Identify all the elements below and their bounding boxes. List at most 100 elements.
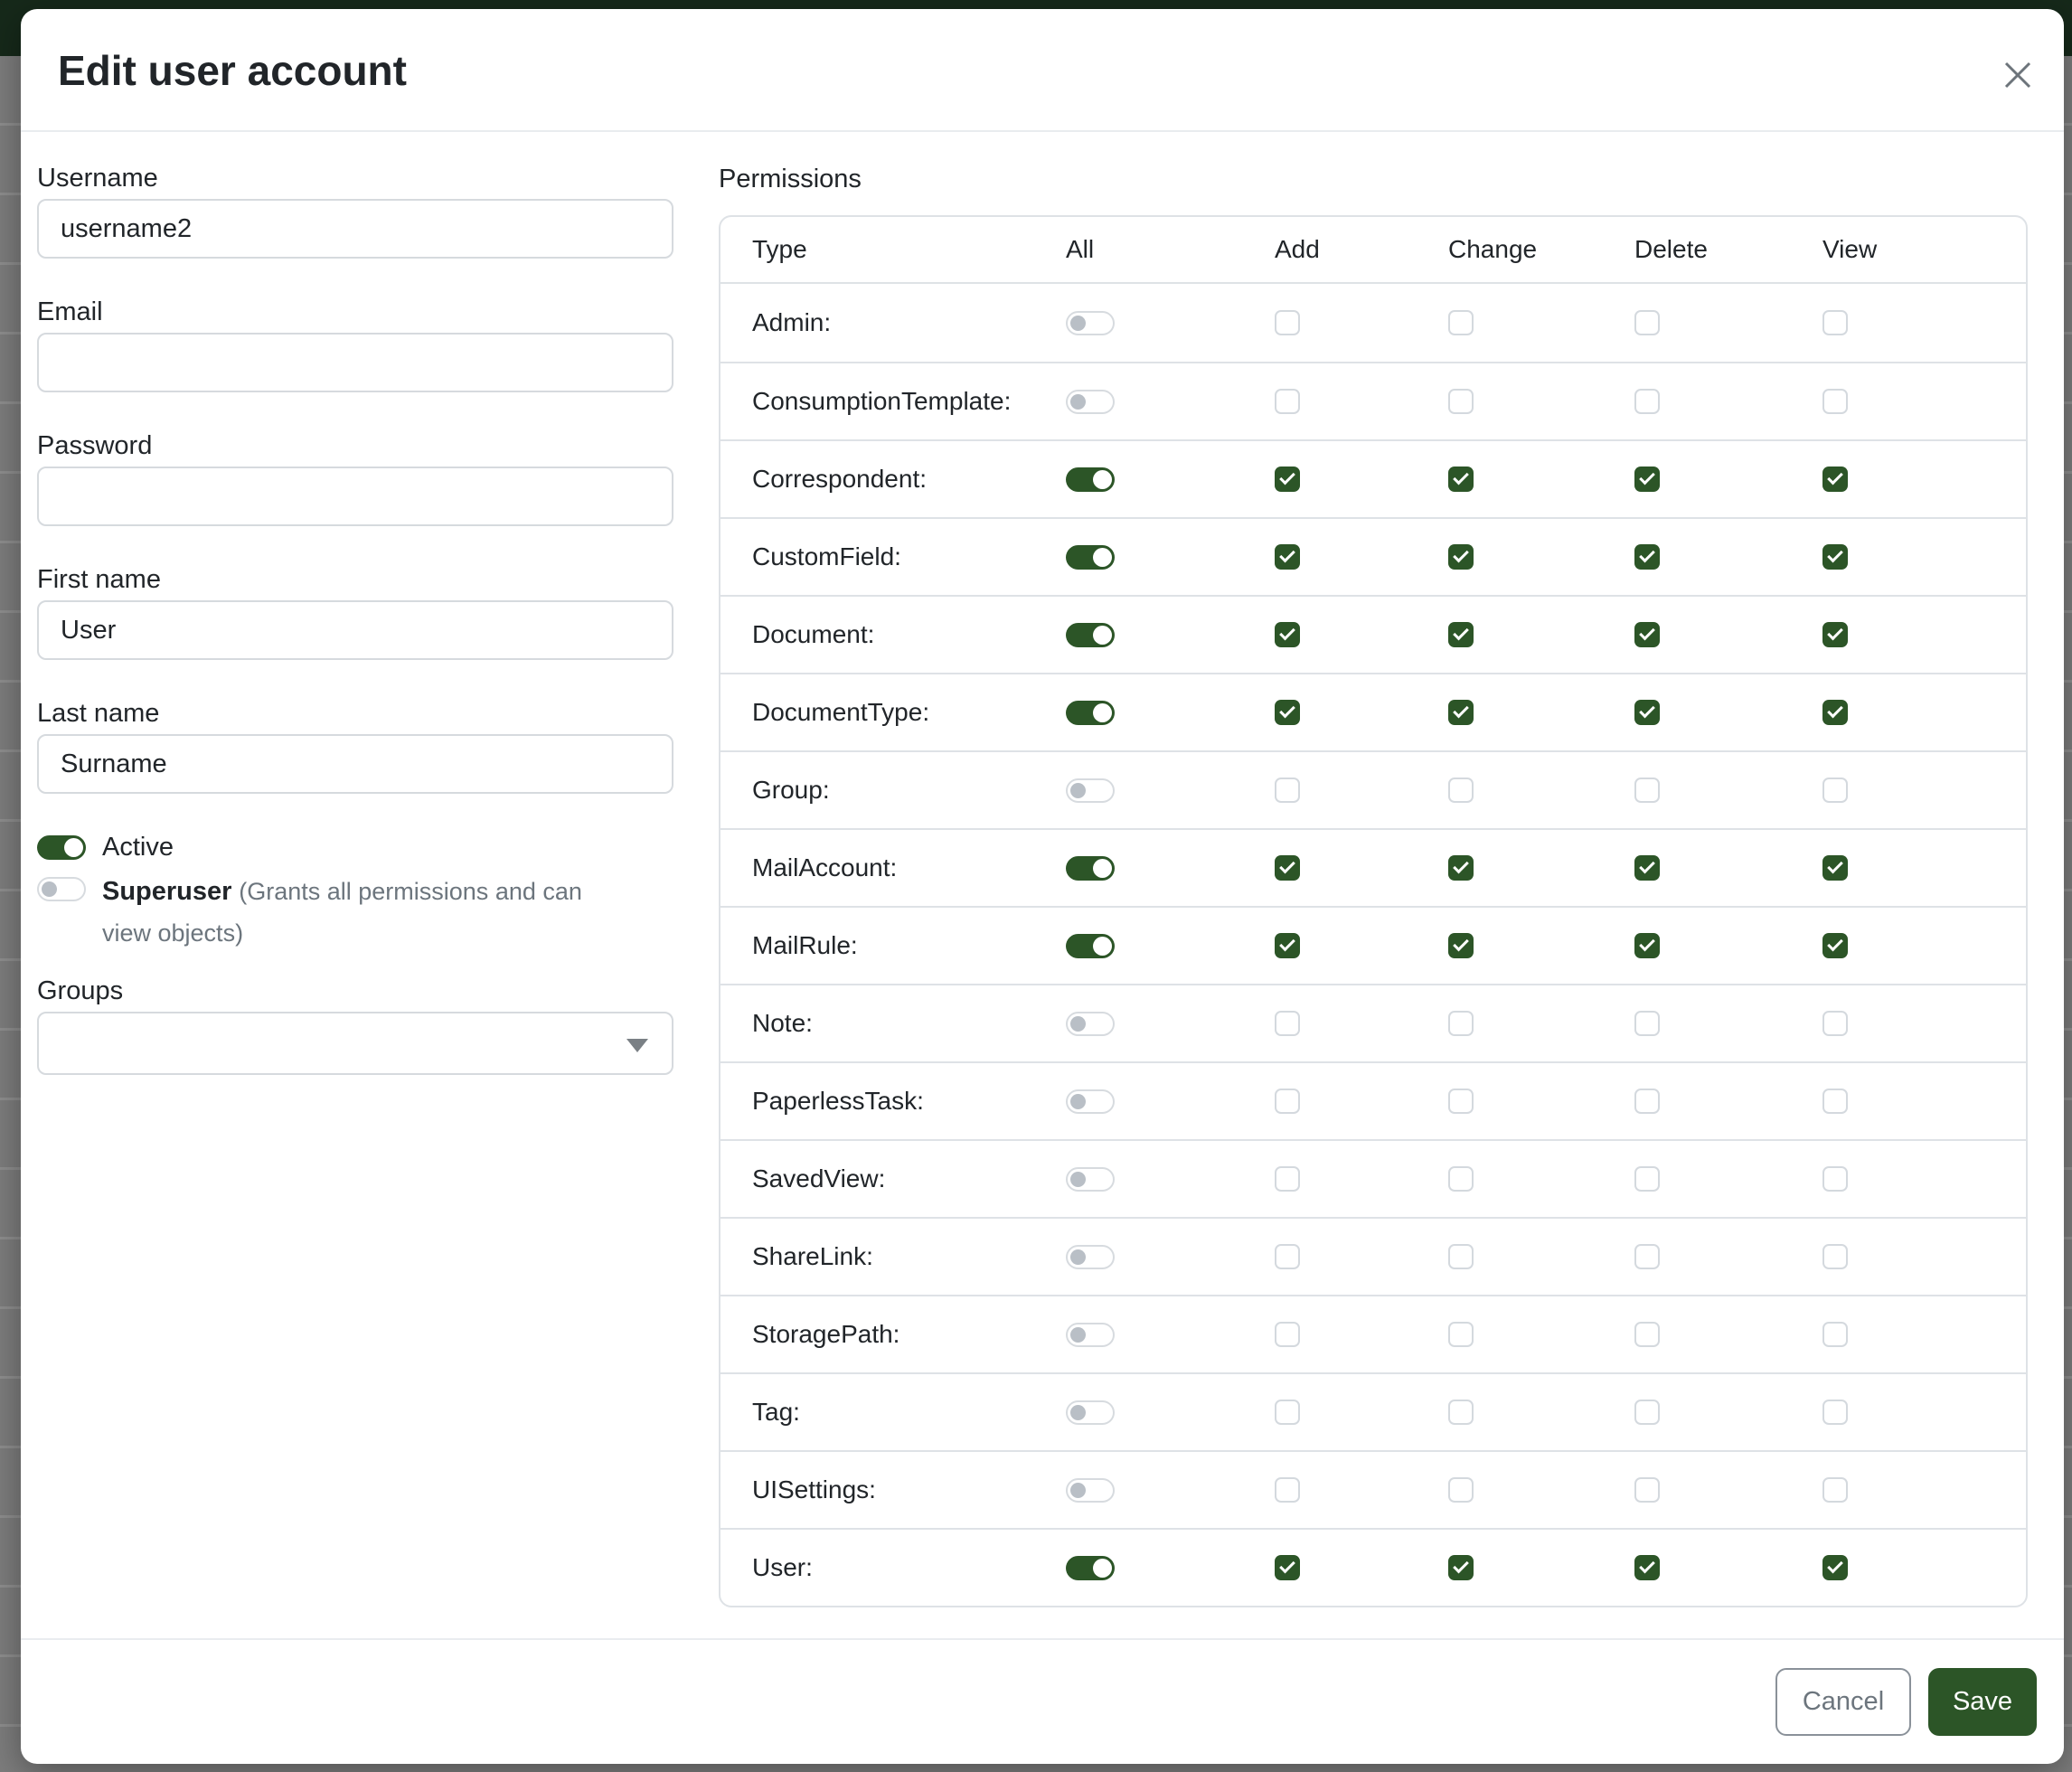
permission-add-checkbox[interactable] (1275, 1322, 1300, 1347)
permission-delete-checkbox[interactable] (1634, 310, 1660, 335)
permission-delete-checkbox[interactable] (1634, 1322, 1660, 1347)
permission-add-checkbox[interactable] (1275, 1477, 1300, 1503)
permission-delete-checkbox[interactable] (1634, 855, 1660, 881)
permission-add-checkbox[interactable] (1275, 1166, 1300, 1192)
permission-delete-checkbox[interactable] (1634, 1166, 1660, 1192)
groups-select[interactable] (37, 1012, 673, 1075)
permission-view-checkbox[interactable] (1822, 467, 1848, 492)
cancel-button[interactable]: Cancel (1775, 1668, 1911, 1736)
permission-delete-checkbox[interactable] (1634, 933, 1660, 958)
permission-add-checkbox[interactable] (1275, 1400, 1300, 1425)
permission-all-toggle[interactable] (1066, 311, 1115, 335)
permission-delete-checkbox[interactable] (1634, 389, 1660, 414)
permission-all-toggle[interactable] (1066, 778, 1115, 803)
permission-change-checkbox[interactable] (1448, 778, 1474, 803)
permission-all-toggle[interactable] (1066, 1400, 1115, 1425)
permission-view-checkbox[interactable] (1822, 855, 1848, 881)
permission-add-checkbox[interactable] (1275, 700, 1300, 725)
permission-change-checkbox[interactable] (1448, 855, 1474, 881)
permission-view-checkbox[interactable] (1822, 1166, 1848, 1192)
permission-delete-checkbox[interactable] (1634, 1089, 1660, 1114)
permission-delete-checkbox[interactable] (1634, 1400, 1660, 1425)
permission-view-checkbox[interactable] (1822, 1011, 1848, 1036)
save-button[interactable]: Save (1928, 1668, 2037, 1736)
permission-change-checkbox[interactable] (1448, 933, 1474, 958)
permission-view-checkbox[interactable] (1822, 778, 1848, 803)
permission-delete-checkbox[interactable] (1634, 1477, 1660, 1503)
permission-change-checkbox[interactable] (1448, 1166, 1474, 1192)
first-name-input[interactable] (37, 600, 673, 660)
permission-add-checkbox[interactable] (1275, 778, 1300, 803)
permission-change-checkbox[interactable] (1448, 467, 1474, 492)
password-input[interactable] (37, 467, 673, 526)
permission-change-checkbox[interactable] (1448, 310, 1474, 335)
permission-change-checkbox[interactable] (1448, 1555, 1474, 1580)
permission-view-checkbox[interactable] (1822, 1400, 1848, 1425)
permission-all-toggle[interactable] (1066, 934, 1115, 958)
permission-add-checkbox[interactable] (1275, 622, 1300, 647)
permission-view-checkbox[interactable] (1822, 700, 1848, 725)
permission-add-checkbox[interactable] (1275, 389, 1300, 414)
close-button[interactable] (1995, 52, 2040, 98)
permission-add-checkbox[interactable] (1275, 1555, 1300, 1580)
permission-all-toggle[interactable] (1066, 856, 1115, 881)
permission-change-checkbox[interactable] (1448, 1400, 1474, 1425)
permission-view-checkbox[interactable] (1822, 1089, 1848, 1114)
permission-change-checkbox[interactable] (1448, 1011, 1474, 1036)
first-name-label: First name (37, 566, 673, 593)
permission-delete-checkbox[interactable] (1634, 1555, 1660, 1580)
permission-all-toggle[interactable] (1066, 545, 1115, 570)
permission-add-checkbox[interactable] (1275, 544, 1300, 570)
permission-view-checkbox[interactable] (1822, 933, 1848, 958)
permission-add-checkbox[interactable] (1275, 1089, 1300, 1114)
superuser-toggle[interactable] (37, 877, 86, 901)
permission-add-checkbox[interactable] (1275, 855, 1300, 881)
email-input[interactable] (37, 333, 673, 392)
permission-change-checkbox[interactable] (1448, 700, 1474, 725)
permission-view-checkbox[interactable] (1822, 1322, 1848, 1347)
permission-all-toggle[interactable] (1066, 701, 1115, 725)
username-input[interactable] (37, 199, 673, 259)
permission-change-checkbox[interactable] (1448, 1244, 1474, 1269)
permission-all-toggle[interactable] (1066, 1089, 1115, 1114)
permission-all-toggle[interactable] (1066, 1478, 1115, 1503)
permission-all-toggle[interactable] (1066, 390, 1115, 414)
permission-add-checkbox[interactable] (1275, 467, 1300, 492)
permission-delete-checkbox[interactable] (1634, 778, 1660, 803)
permission-all-toggle[interactable] (1066, 623, 1115, 647)
permission-view-checkbox[interactable] (1822, 1477, 1848, 1503)
permission-add-checkbox[interactable] (1275, 1244, 1300, 1269)
permission-all-toggle[interactable] (1066, 1245, 1115, 1269)
permission-change-checkbox[interactable] (1448, 544, 1474, 570)
permission-all-toggle[interactable] (1066, 1012, 1115, 1036)
permission-add-checkbox[interactable] (1275, 310, 1300, 335)
permission-all-toggle[interactable] (1066, 1167, 1115, 1192)
permission-add-checkbox[interactable] (1275, 1011, 1300, 1036)
permission-delete-checkbox[interactable] (1634, 1011, 1660, 1036)
permission-view-checkbox[interactable] (1822, 389, 1848, 414)
permission-change-checkbox[interactable] (1448, 389, 1474, 414)
last-name-input[interactable] (37, 734, 673, 794)
permission-view-checkbox[interactable] (1822, 544, 1848, 570)
active-toggle-row: Active (37, 834, 673, 861)
permission-change-checkbox[interactable] (1448, 1477, 1474, 1503)
permission-change-checkbox[interactable] (1448, 1322, 1474, 1347)
permission-delete-checkbox[interactable] (1634, 1244, 1660, 1269)
permission-all-toggle[interactable] (1066, 467, 1115, 492)
permission-delete-checkbox[interactable] (1634, 622, 1660, 647)
permission-view-checkbox[interactable] (1822, 310, 1848, 335)
permission-view-checkbox[interactable] (1822, 1555, 1848, 1580)
permission-view-checkbox[interactable] (1822, 622, 1848, 647)
permission-type-label: Group: (720, 776, 1066, 805)
permission-delete-checkbox[interactable] (1634, 700, 1660, 725)
permission-all-toggle[interactable] (1066, 1556, 1115, 1580)
permission-all-toggle[interactable] (1066, 1323, 1115, 1347)
permission-change-checkbox[interactable] (1448, 622, 1474, 647)
permission-view-checkbox[interactable] (1822, 1244, 1848, 1269)
permission-change-checkbox[interactable] (1448, 1089, 1474, 1114)
permission-delete-checkbox[interactable] (1634, 544, 1660, 570)
permission-add-checkbox[interactable] (1275, 933, 1300, 958)
permission-type-label: Tag: (720, 1398, 1066, 1427)
permission-delete-checkbox[interactable] (1634, 467, 1660, 492)
active-toggle[interactable] (37, 835, 86, 860)
